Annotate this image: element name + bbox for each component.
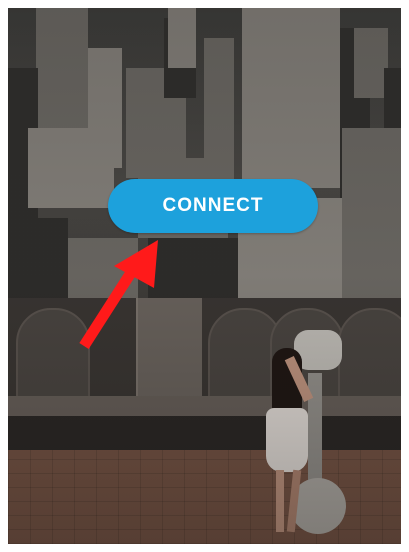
arrow-up-right-icon bbox=[79, 240, 158, 349]
connect-button[interactable]: CONNECT bbox=[108, 179, 318, 233]
photo-background: CONNECT bbox=[8, 8, 401, 544]
